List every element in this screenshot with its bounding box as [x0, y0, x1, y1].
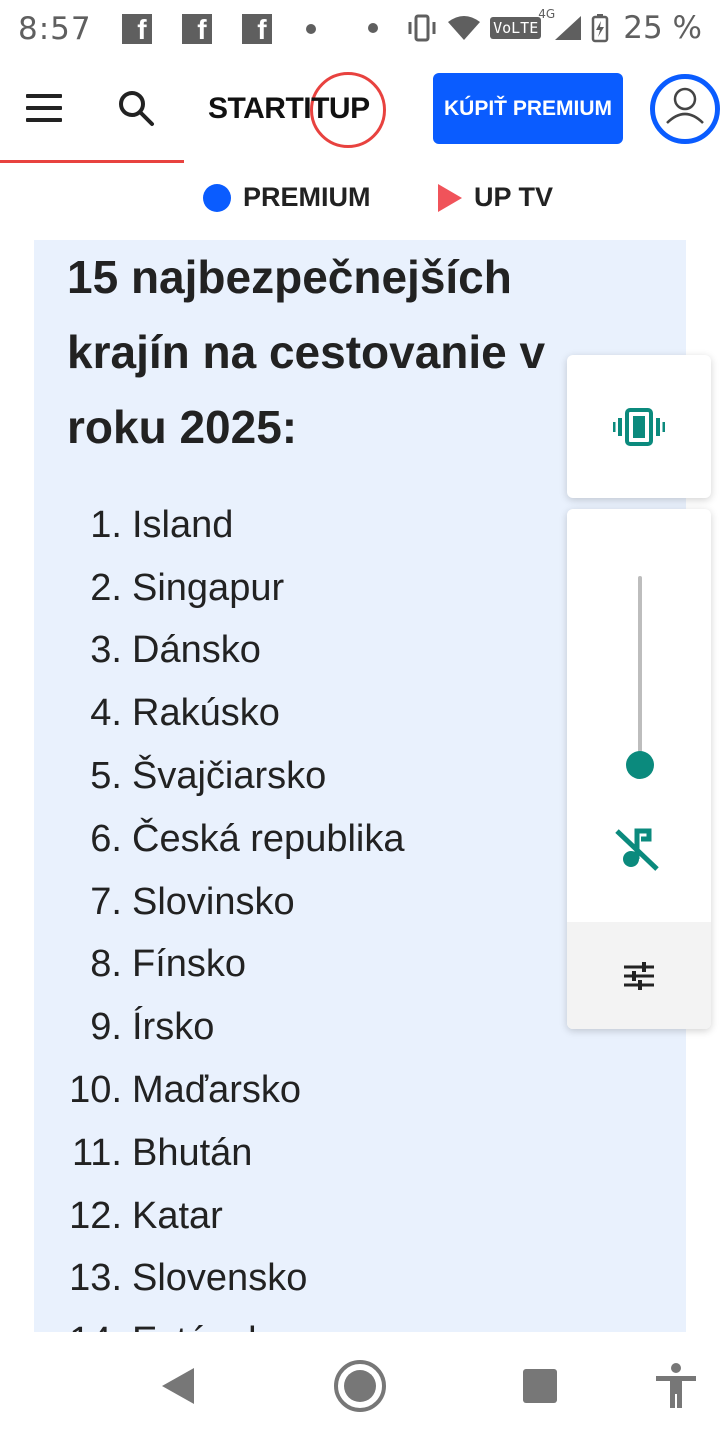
list-item-number: 7.	[90, 880, 122, 923]
nav-premium[interactable]: PREMIUM	[203, 182, 371, 213]
header-underline	[0, 160, 184, 163]
battery-charging-icon	[591, 14, 609, 43]
list-item-name: Slovinsko	[132, 880, 295, 923]
list-item-number: 1.	[90, 503, 122, 546]
vibrate-status-icon	[408, 14, 436, 42]
volume-slider-track[interactable]	[638, 576, 642, 766]
status-bar: 8:57 f f f VoLTE 4G 25 %	[0, 0, 720, 58]
nav-up-tv-label: UP TV	[474, 182, 554, 212]
list-item: 10. Maďarsko	[34, 1059, 634, 1122]
list-item-number: 13.	[69, 1257, 122, 1300]
status-time: 8:57	[18, 11, 92, 47]
notification-dot-icon	[368, 23, 379, 33]
list-item-number: 4.	[90, 692, 122, 735]
list-item-name: Írsko	[132, 1006, 215, 1049]
list-item: 12. Katar	[34, 1185, 634, 1248]
battery-percent: 25 %	[623, 10, 702, 46]
facebook-icon: f	[121, 14, 152, 45]
volte-badge: VoLTE 4G	[490, 7, 555, 39]
list-item-name: Dánsko	[132, 629, 261, 672]
volume-slider-thumb[interactable]	[626, 751, 654, 779]
list-item: 5. Švajčiarsko	[34, 745, 634, 808]
nav-up-tv[interactable]: UP TV	[438, 182, 553, 213]
list-item-number: 6.	[90, 817, 122, 860]
volume-settings-button[interactable]	[567, 922, 711, 1029]
list-item-name: Bhután	[132, 1131, 253, 1174]
logo-text: STARTITUP	[208, 92, 370, 125]
list-item-name: Island	[132, 503, 234, 546]
article-title: 15 najbezpečnejších krajín na cestovanie…	[67, 251, 546, 453]
list-item-number: 14.	[34, 1320, 122, 1332]
tune-icon	[624, 961, 654, 990]
list-item-number: 2.	[90, 566, 122, 609]
list-item-name: Estónsko	[132, 1320, 288, 1332]
menu-icon[interactable]	[26, 94, 62, 122]
back-icon[interactable]	[162, 1368, 194, 1404]
list-item: 1. Island	[34, 494, 634, 557]
list-item: 6. Česká republika	[34, 808, 634, 871]
site-logo[interactable]: STARTITUP	[208, 72, 388, 148]
list-item: 3. Dánsko	[34, 620, 634, 683]
premium-dot-icon	[203, 183, 231, 212]
site-header: STARTITUP KÚPIŤ PREMIUM	[0, 58, 720, 162]
list-item: 11. Bhután	[34, 1122, 634, 1185]
vibrate-icon	[613, 407, 665, 446]
list-item: 4. Rakúsko	[34, 682, 634, 745]
list-item-number: 9.	[90, 1006, 122, 1049]
list-item-name: Česká republika	[132, 817, 405, 860]
list-item-name: Singapur	[132, 566, 285, 609]
recents-icon[interactable]	[523, 1369, 557, 1403]
search-icon[interactable]	[116, 88, 156, 128]
play-icon	[438, 183, 462, 212]
sub-navigation: PREMIUM UP TV	[0, 170, 720, 230]
list-item: 13. Slovensko	[34, 1248, 634, 1311]
nav-premium-label: PREMIUM	[243, 182, 371, 212]
list-item-name: Švajčiarsko	[132, 755, 327, 798]
list-item-number: 8.	[90, 943, 122, 986]
list-item-number: 10.	[69, 1069, 122, 1112]
list-item-number: 5.	[90, 755, 122, 798]
music-off-icon[interactable]	[613, 825, 661, 873]
list-item-number: 11.	[71, 1131, 122, 1174]
account-avatar[interactable]	[650, 74, 720, 144]
list-item: 7. Slovinsko	[34, 871, 634, 934]
list-item: 2. Singapur	[34, 557, 634, 620]
list-item-name: Maďarsko	[132, 1069, 302, 1112]
user-icon	[666, 87, 704, 124]
country-list: 1. Island 2. Singapur 3. Dánsko 4. Rakúsko 5. Šva…	[34, 494, 634, 1332]
buy-premium-button[interactable]: KÚPIŤ PREMIUM	[433, 73, 623, 144]
facebook-icon: f	[241, 14, 272, 45]
system-nav-bar	[0, 1332, 720, 1440]
accessibility-icon[interactable]	[654, 1362, 698, 1410]
list-item: 8. Fínsko	[34, 934, 634, 997]
list-item-name: Slovensko	[132, 1257, 308, 1300]
ringer-mode-button[interactable]	[567, 355, 711, 498]
notification-dot-icon	[305, 24, 316, 34]
facebook-icon: f	[181, 14, 212, 45]
list-item-name: Rakúsko	[132, 692, 280, 735]
list-item-name: Katar	[132, 1194, 223, 1237]
list-item-number: 3.	[90, 629, 122, 672]
volume-panel	[567, 509, 711, 1029]
home-icon[interactable]	[334, 1360, 386, 1412]
list-item: 14. Estónsko	[34, 1310, 634, 1332]
list-item: 9. Írsko	[34, 996, 634, 1059]
list-item-number: 12.	[69, 1194, 122, 1237]
signal-icon	[555, 16, 582, 40]
status-right: VoLTE 4G 25 %	[368, 7, 702, 46]
list-item-name: Fínsko	[132, 943, 247, 986]
wifi-icon	[448, 16, 481, 40]
